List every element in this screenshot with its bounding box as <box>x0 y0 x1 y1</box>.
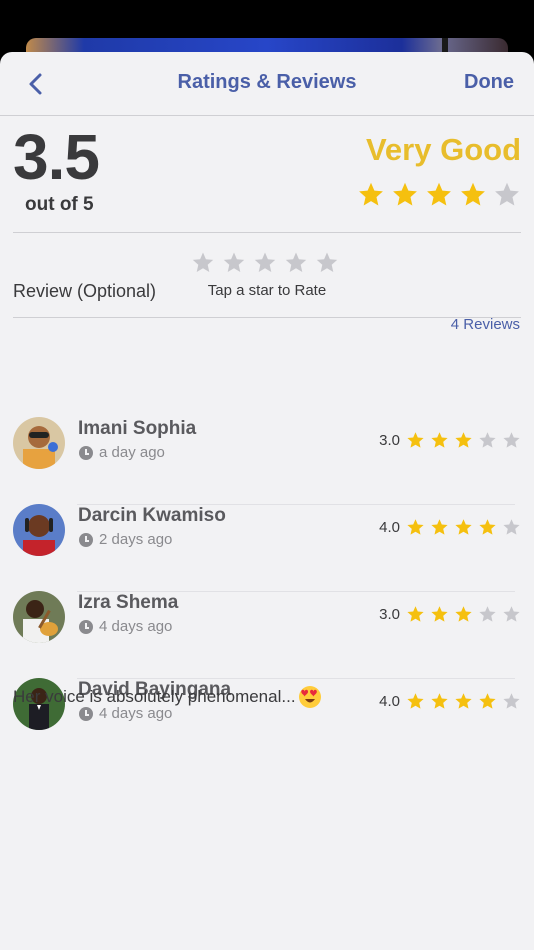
nav-bar: Ratings & Reviews Done <box>0 52 534 116</box>
avatar[interactable] <box>13 417 65 469</box>
star-filled-icon <box>455 606 472 622</box>
reviews-count-link[interactable]: 4 Reviews <box>451 316 520 333</box>
rate-star-icon[interactable] <box>222 251 246 275</box>
review-stars <box>406 692 521 711</box>
review-rating: 3.0 <box>379 605 521 624</box>
star-filled-icon <box>455 432 472 448</box>
star-filled-icon <box>427 182 451 206</box>
star-filled-icon <box>407 606 424 622</box>
review-rating-value: 3.0 <box>379 432 400 449</box>
review-rating-value: 3.0 <box>379 606 400 623</box>
review-row: Izra Shema 4 days ago 3.0 <box>13 591 521 679</box>
review-comment-text: Her voice is absolutely phenomenal... <box>13 687 296 706</box>
review-rating: 4.0 <box>379 518 521 537</box>
star-filled-icon <box>479 693 496 709</box>
clock-icon <box>79 532 93 547</box>
reviewer-name[interactable]: Darcin Kwamiso <box>78 505 226 527</box>
rate-star-icon[interactable] <box>191 251 215 275</box>
review-stars <box>406 518 521 537</box>
page-title: Ratings & Reviews <box>177 71 357 93</box>
star-filled-icon <box>407 693 424 709</box>
reviewer-name[interactable]: Izra Shema <box>78 592 178 614</box>
review-time: a day ago <box>79 444 165 461</box>
star-empty-icon <box>503 693 520 709</box>
star-filled-icon <box>431 606 448 622</box>
rate-section: Tap a star to Rate <box>13 233 521 318</box>
star-filled-icon <box>431 432 448 448</box>
star-empty-icon <box>503 519 520 535</box>
rate-stars[interactable] <box>191 251 339 275</box>
star-empty-icon <box>479 432 496 448</box>
star-empty-icon <box>495 182 519 206</box>
review-rating-value: 4.0 <box>379 519 400 536</box>
review-input[interactable]: Review (Optional) <box>13 281 156 302</box>
review-stars <box>406 605 521 624</box>
star-filled-icon <box>455 519 472 535</box>
score-scale-label: out of 5 <box>25 194 94 215</box>
review-time-label: 2 days ago <box>99 531 173 548</box>
review-time-label: a day ago <box>99 444 165 461</box>
review-stars <box>406 431 521 450</box>
review-time-label: 4 days ago <box>99 618 173 635</box>
rate-star-icon[interactable] <box>284 251 308 275</box>
star-filled-icon <box>479 519 496 535</box>
review-rating-value: 4.0 <box>379 693 400 710</box>
clock-icon <box>79 445 93 460</box>
average-score: 3.5 <box>13 121 100 193</box>
star-empty-icon <box>479 606 496 622</box>
star-filled-icon <box>431 519 448 535</box>
star-filled-icon <box>431 693 448 709</box>
avatar[interactable] <box>13 504 65 556</box>
star-filled-icon <box>407 432 424 448</box>
review-rating: 4.0 <box>379 692 521 711</box>
rating-summary: 3.5 out of 5 Very Good <box>13 116 521 233</box>
heart-eyes-emoji-icon <box>298 686 321 708</box>
review-time: 4 days ago <box>79 618 172 635</box>
star-empty-icon <box>503 606 520 622</box>
rate-star-icon[interactable] <box>253 251 277 275</box>
review-row: Darcin Kwamiso 2 days ago 4.0 <box>13 504 521 592</box>
review-comment: Her voice is absolutely phenomenal... <box>13 685 322 709</box>
done-button[interactable]: Done <box>464 71 514 94</box>
clock-icon <box>79 619 93 634</box>
star-filled-icon <box>407 519 424 535</box>
review-row: Imani Sophia a day ago 3.0 <box>13 417 521 505</box>
review-rating: 3.0 <box>379 431 521 450</box>
rating-verdict: Very Good <box>365 132 521 167</box>
star-empty-icon <box>503 432 520 448</box>
review-time: 2 days ago <box>79 531 172 548</box>
star-filled-icon <box>393 182 417 206</box>
star-filled-icon <box>461 182 485 206</box>
avatar[interactable] <box>13 591 65 643</box>
summary-stars <box>357 181 521 209</box>
star-filled-icon <box>359 182 383 206</box>
reviewer-name[interactable]: Imani Sophia <box>78 418 196 440</box>
star-filled-icon <box>455 693 472 709</box>
rate-star-icon[interactable] <box>315 251 339 275</box>
